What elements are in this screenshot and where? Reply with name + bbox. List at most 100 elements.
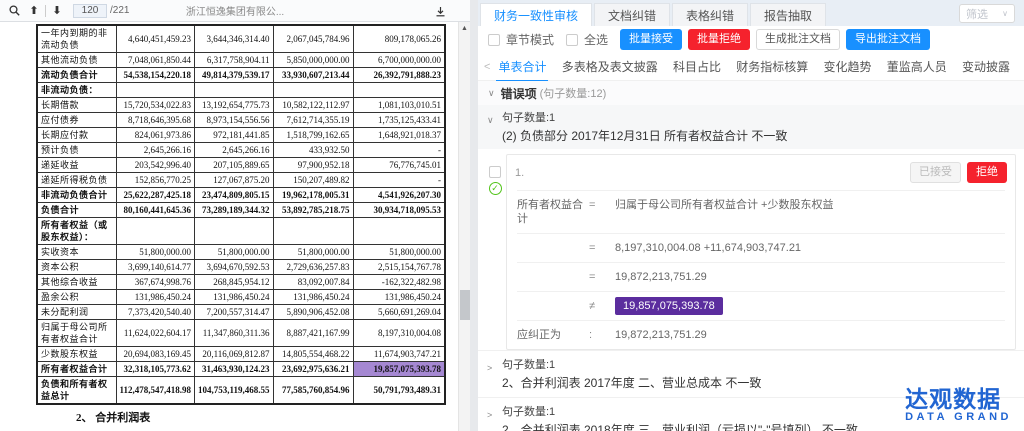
reject-button[interactable]: 拒绝 — [967, 162, 1007, 183]
cell-value: 5,850,000,000.00 — [273, 53, 353, 68]
tab-表格纠错[interactable]: 表格纠错 — [672, 3, 748, 26]
row-label: 归属于母公司所有者权益合计 — [37, 320, 116, 347]
cell-value: 131,986,450.24 — [195, 290, 274, 305]
page-number-input[interactable] — [73, 4, 107, 18]
cell-value: 8,887,421,167.99 — [273, 320, 353, 347]
row-label: 长期应付款 — [37, 128, 116, 143]
cell-value: 4,640,451,459.23 — [116, 25, 195, 53]
chevron-down-icon[interactable]: ∨ — [488, 88, 495, 99]
accepted-button[interactable]: 已接受 — [910, 162, 961, 183]
category-subtabs: 单表合计多表格及表文披露科目占比财务指标核算变化趋势董监高人员变动披露 — [496, 52, 1012, 82]
filter-select[interactable]: 筛选 ∨ — [959, 4, 1015, 23]
chevron-down-icon[interactable]: ∨ — [487, 115, 494, 126]
chevron-right-icon[interactable]: > — [487, 363, 492, 373]
card-index-label: 1. — [515, 167, 524, 179]
document-scrollbar[interactable]: ▲ — [458, 22, 470, 431]
cell-value: 83,092,007.84 — [273, 275, 353, 290]
cell-value: 8,197,310,004.08 — [353, 320, 445, 347]
page-down-icon[interactable]: ⬇ — [49, 3, 65, 19]
chevron-down-icon: ∨ — [1002, 9, 1008, 18]
cell-value: 33,930,607,213.44 — [273, 68, 353, 83]
batch-accept-button[interactable]: 批量接受 — [620, 29, 682, 50]
equation-operator: = — [589, 198, 615, 211]
section-heading: 2、 合并利润表 — [76, 409, 458, 425]
scrollbar-thumb[interactable] — [460, 290, 470, 320]
subtab-变化趋势[interactable]: 变化趋势 — [821, 52, 873, 82]
error-group-header[interactable]: ∨ 错误项 (句子数量:12) — [478, 81, 1024, 105]
chevron-left-icon[interactable]: < — [484, 61, 490, 73]
correction-label: 应纠正为 — [517, 328, 589, 342]
tab-报告抽取[interactable]: 报告抽取 — [750, 3, 826, 26]
cell-value: 127,067,875.20 — [195, 173, 274, 188]
cell-value: 10,582,122,112.97 — [273, 98, 353, 113]
equation-operator: = — [589, 241, 615, 254]
scrollbar-up-icon[interactable]: ▲ — [459, 22, 470, 34]
chapter-mode-checkbox[interactable] — [488, 34, 500, 46]
subtab-科目占比[interactable]: 科目占比 — [671, 52, 723, 82]
generate-annotated-doc-button[interactable]: 生成批注文档 — [756, 29, 840, 50]
table-row: 预计负债2,645,266.162,645,266.16433,932.50- — [37, 143, 445, 158]
select-all-checkbox[interactable] — [566, 34, 578, 46]
export-annotated-doc-button[interactable]: 导出批注文档 — [846, 29, 930, 50]
table-row: 其他综合收益367,674,998.76268,845,954.1283,092… — [37, 275, 445, 290]
subtab-变动披露[interactable]: 变动披露 — [960, 52, 1012, 82]
equation-row: =8,197,310,004.08 +11,674,903,747.21 — [517, 233, 1005, 262]
item-checkbox[interactable] — [489, 166, 501, 178]
error-detail-card: 1. 已接受 拒绝 所有者权益合计 = 归属于母公司所有者权益合计 +少数股东权… — [506, 154, 1016, 350]
cell-value: 53,892,785,218.75 — [273, 203, 353, 218]
row-label: 未分配利润 — [37, 305, 116, 320]
batch-reject-button[interactable]: 批量拒绝 — [688, 29, 750, 50]
cell-value: 54,538,154,220.18 — [116, 68, 195, 83]
equation-table: 所有者权益合计 = 归属于母公司所有者权益合计 +少数股东权益 =8,197,3… — [507, 190, 1015, 349]
download-icon[interactable] — [432, 3, 448, 19]
error-item-header[interactable]: ∨ 句子数量:1 (2) 负债部分 2017年12月31日 所有者权益合计 不一… — [478, 105, 1024, 149]
page-up-icon[interactable]: ⬆ — [26, 3, 42, 19]
cell-value — [116, 218, 195, 245]
subtab-多表格及表文披露[interactable]: 多表格及表文披露 — [560, 52, 660, 82]
subtab-单表合计[interactable]: 单表合计 — [496, 52, 548, 82]
equation-row: =19,872,213,751.29 — [517, 262, 1005, 291]
subtab-董监高人员[interactable]: 董监高人员 — [885, 52, 949, 82]
cell-value: 15,720,534,022.83 — [116, 98, 195, 113]
subtab-财务指标核算[interactable]: 财务指标核算 — [734, 52, 810, 82]
table-row: 资本公积3,699,140,614.773,694,670,592.532,72… — [37, 260, 445, 275]
search-icon[interactable] — [6, 3, 22, 19]
document-title: 浙江恒逸集团有限公... — [0, 3, 470, 18]
error-group-count: (句子数量:12) — [540, 85, 607, 101]
equation-lhs: 所有者权益合计 — [517, 198, 589, 226]
cell-value: 97,900,952.18 — [273, 158, 353, 173]
table-row: 递延所得税负债152,856,770.25127,067,875.20150,2… — [37, 173, 445, 188]
equation-value: 19,872,213,751.29 — [615, 270, 707, 284]
row-label: 一年内到期的非流动负债 — [37, 25, 116, 53]
error-list-item[interactable]: >句子数量:12、合并利润表 2018年度 三、营业利润（亏损以"-"号填列） … — [478, 397, 1024, 431]
panel-divider — [470, 0, 478, 431]
cell-value: 23,474,809,805.15 — [195, 188, 274, 203]
balance-sheet-table: 一年内到期的非流动负债4,640,451,459.233,644,346,314… — [36, 24, 446, 405]
cell-value: 824,061,973.86 — [116, 128, 195, 143]
cell-value: 104,753,119,468.55 — [195, 377, 274, 405]
chevron-right-icon[interactable]: > — [487, 410, 492, 420]
chapter-mode-label: 章节模式 — [506, 31, 554, 48]
cell-value — [116, 83, 195, 98]
table-row: 盈余公积131,986,450.24131,986,450.24131,986,… — [37, 290, 445, 305]
cell-value — [273, 218, 353, 245]
cell-value: 19,962,178,005.31 — [273, 188, 353, 203]
table-row: 流动负债合计54,538,154,220.1849,814,379,539.17… — [37, 68, 445, 83]
viewer-toolbar: ⬆ ⬇ /221 浙江恒逸集团有限公... — [0, 0, 470, 22]
cell-value: 203,542,996.40 — [116, 158, 195, 173]
row-label: 少数股东权益 — [37, 347, 116, 362]
cell-value: 26,392,791,888.23 — [353, 68, 445, 83]
table-row: 所有者权益合计32,318,105,773.6231,463,930,124.2… — [37, 362, 445, 377]
error-list-item[interactable]: >句子数量:12、合并利润表 2017年度 二、营业总成本 不一致 — [478, 350, 1024, 397]
cell-value: 19,857,075,393.78 — [353, 362, 445, 377]
card-header: 1. 已接受 拒绝 — [507, 155, 1015, 190]
table-row: 所有者权益（或股东权益）： — [37, 218, 445, 245]
tab-财务一致性审核[interactable]: 财务一致性审核 — [480, 3, 592, 26]
tab-文档纠错[interactable]: 文档纠错 — [594, 3, 670, 26]
cell-value: 4,541,926,207.30 — [353, 188, 445, 203]
row-label: 负债合计 — [37, 203, 116, 218]
cell-value: 131,986,450.24 — [116, 290, 195, 305]
balance-table-body: 一年内到期的非流动负债4,640,451,459.233,644,346,314… — [37, 25, 445, 404]
cell-value: 3,694,670,592.53 — [195, 260, 274, 275]
select-all-label: 全选 — [584, 31, 608, 48]
